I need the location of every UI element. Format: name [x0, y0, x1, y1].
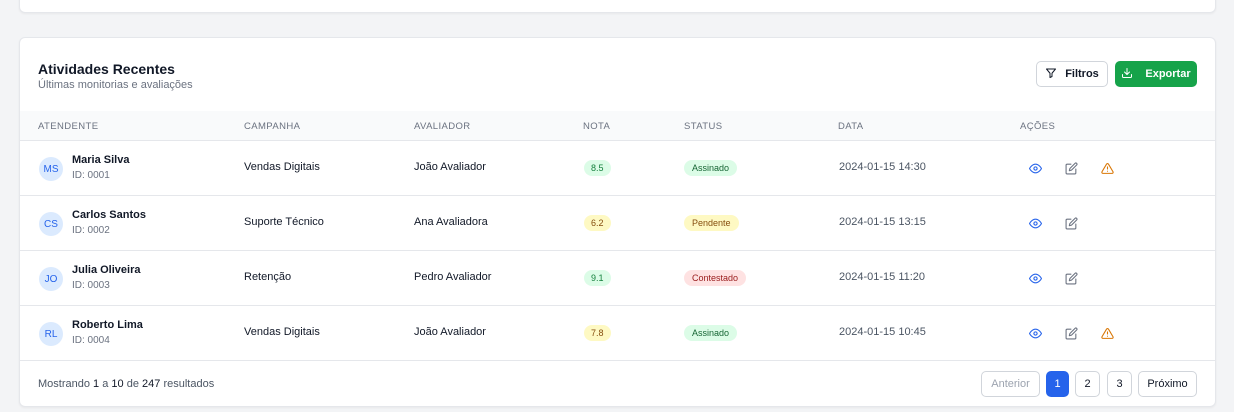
card-subtitle: Últimas monitorias e avaliações	[38, 79, 193, 91]
table-footer: Mostrando 1 a 10 de 247 resultados Anter…	[20, 360, 1215, 406]
edit-icon[interactable]	[1065, 272, 1079, 286]
page-1-button[interactable]: 1	[1046, 371, 1069, 397]
table-row: MS Maria Silva ID: 0001 Vendas Digitais João…	[20, 140, 1215, 195]
showing-prefix: Mostrando	[38, 378, 90, 390]
total-results: 247	[142, 378, 161, 390]
results-label: resultados	[163, 378, 215, 390]
attendant-name: Maria Silva	[72, 154, 130, 166]
avatar: JO	[39, 267, 63, 291]
evaluator-cell: João Avaliador	[414, 326, 486, 338]
export-button[interactable]: Exportar	[1115, 61, 1197, 87]
eye-icon[interactable]	[1029, 162, 1043, 176]
table-header: ATENDENTE CAMPANHA AVALIADOR NOTA STATUS…	[20, 111, 1215, 140]
attendant-id: ID: 0001	[72, 170, 110, 181]
alert-triangle-icon[interactable]	[1101, 162, 1115, 176]
filters-button-label: Filtros	[1065, 68, 1099, 80]
attendant-name: Julia Oliveira	[72, 264, 141, 276]
campaign-cell: Vendas Digitais	[244, 161, 320, 173]
of-label: de	[126, 378, 139, 390]
attendant-id: ID: 0002	[72, 225, 110, 236]
evaluator-cell: Ana Avaliadora	[414, 216, 488, 228]
eye-icon[interactable]	[1029, 217, 1043, 231]
attendant-name: Carlos Santos	[72, 209, 146, 221]
date-cell: 2024-01-15 11:20	[839, 271, 926, 283]
avatar: CS	[39, 212, 63, 236]
header-atendente: ATENDENTE	[38, 121, 99, 132]
filter-icon	[1045, 67, 1057, 82]
date-cell: 2024-01-15 10:45	[839, 326, 926, 338]
range-end: 10	[111, 378, 124, 390]
header-avaliador: AVALIADOR	[414, 121, 471, 132]
table-row: CS Carlos Santos ID: 0002 Suporte Técnico An…	[20, 195, 1215, 250]
range-sep: a	[102, 378, 109, 390]
edit-icon[interactable]	[1065, 327, 1079, 341]
campaign-cell: Suporte Técnico	[244, 216, 324, 228]
table-row: RL Roberto Lima ID: 0004 Vendas Digitais Joã…	[20, 305, 1215, 360]
status-badge: Contestado	[684, 270, 747, 286]
avatar: MS	[39, 157, 63, 181]
evaluator-cell: João Avaliador	[414, 161, 486, 173]
date-cell: 2024-01-15 13:15	[839, 216, 926, 228]
date-cell: 2024-01-15 14:30	[839, 161, 926, 173]
header-campanha: CAMPANHA	[244, 121, 301, 132]
download-icon	[1121, 67, 1133, 82]
page-2-button[interactable]: 2	[1075, 371, 1100, 397]
avatar: RL	[39, 322, 63, 346]
status-badge: Assinado	[684, 160, 738, 176]
alert-triangle-icon[interactable]	[1101, 327, 1115, 341]
campaign-cell: Retenção	[244, 271, 292, 283]
attendant-name: Roberto Lima	[72, 319, 143, 331]
campaign-cell: Vendas Digitais	[244, 326, 320, 338]
header-acoes: AÇÕES	[1020, 121, 1056, 132]
edit-icon[interactable]	[1065, 162, 1079, 176]
edit-icon[interactable]	[1065, 217, 1079, 231]
score-badge: 7.8	[584, 325, 611, 341]
score-badge: 8.5	[584, 160, 611, 176]
status-badge: Pendente	[684, 215, 739, 231]
score-badge: 9.1	[584, 270, 611, 286]
recent-activities-card: Atividades Recentes Últimas monitorias e…	[19, 37, 1216, 407]
header-data: DATA	[838, 121, 864, 132]
header-status: STATUS	[684, 121, 723, 132]
card-title: Atividades Recentes	[38, 61, 175, 77]
export-button-label: Exportar	[1145, 68, 1191, 80]
eye-icon[interactable]	[1029, 327, 1043, 341]
next-page-button[interactable]: Próximo	[1138, 371, 1197, 397]
score-badge: 6.2	[584, 215, 611, 231]
table-row: JO Julia Oliveira ID: 0003 Retenção Pedro Av…	[20, 250, 1215, 305]
attendant-id: ID: 0004	[72, 335, 110, 346]
prev-page-button[interactable]: Anterior	[981, 371, 1040, 397]
status-badge: Assinado	[684, 325, 738, 341]
range-start: 1	[93, 378, 100, 390]
attendant-id: ID: 0003	[72, 280, 110, 291]
eye-icon[interactable]	[1029, 272, 1043, 286]
top-card	[19, 0, 1216, 13]
filters-button[interactable]: Filtros	[1036, 61, 1108, 87]
page-3-button[interactable]: 3	[1107, 371, 1132, 397]
evaluator-cell: Pedro Avaliador	[414, 271, 492, 283]
results-summary: Mostrando 1 a 10 de 247 resultados	[38, 378, 214, 390]
header-nota: NOTA	[583, 121, 611, 132]
